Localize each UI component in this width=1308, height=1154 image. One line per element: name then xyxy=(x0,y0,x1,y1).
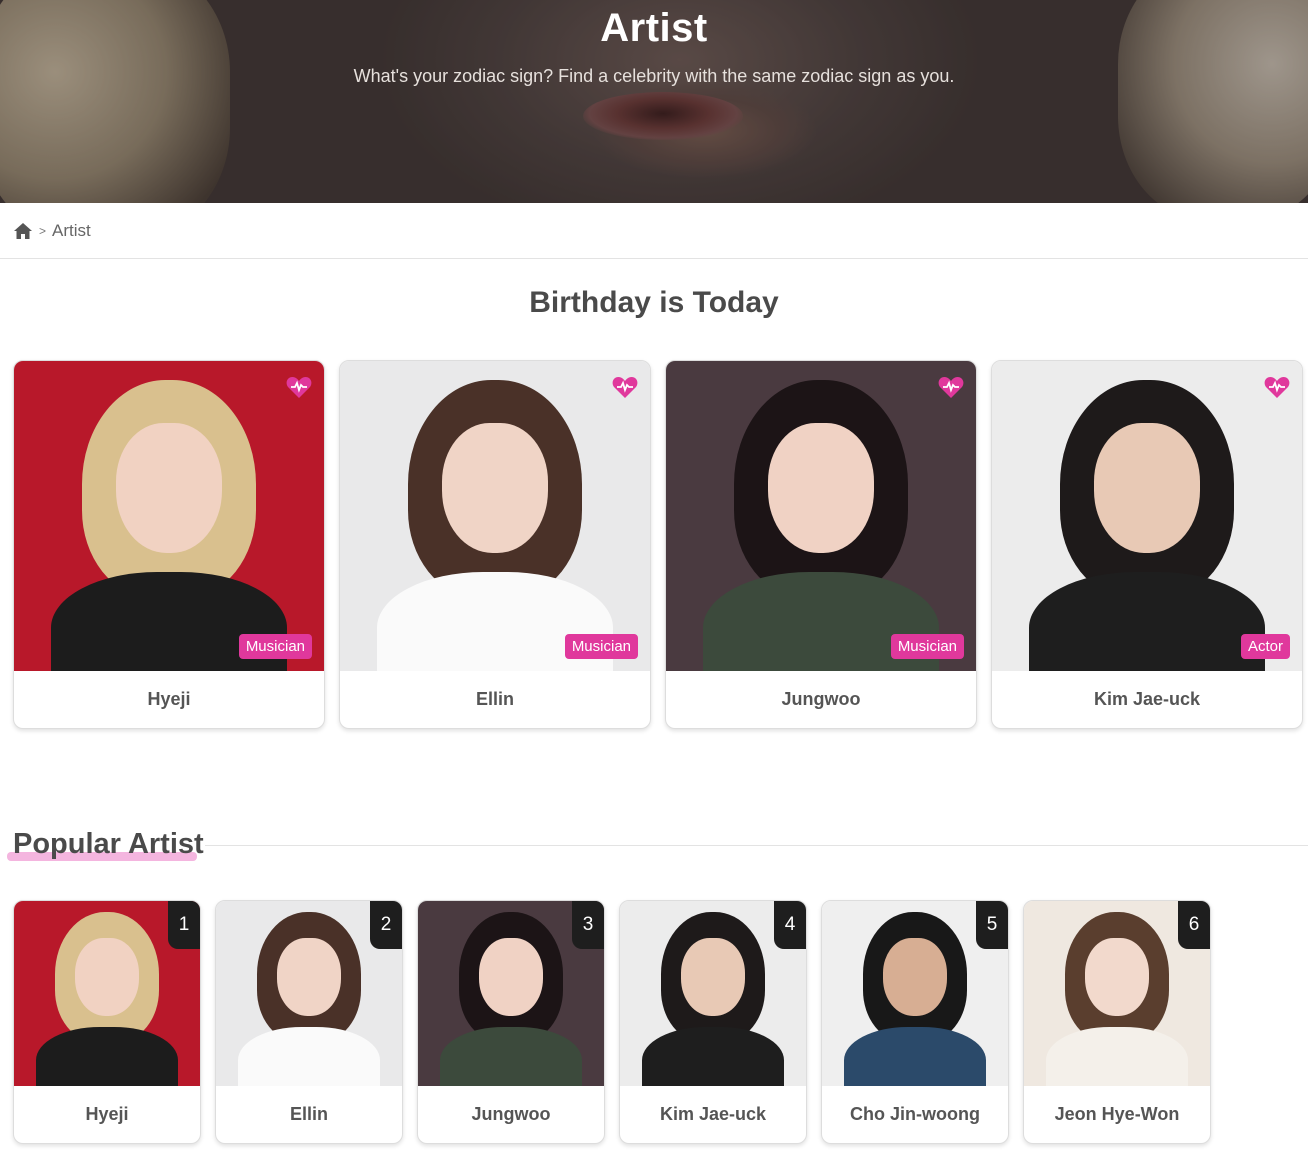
category-badge: Musician xyxy=(238,634,312,659)
portrait-face xyxy=(277,938,341,1016)
popular-card[interactable]: 3 Jungwoo xyxy=(417,900,605,1144)
rank-badge: 2 xyxy=(370,901,402,949)
popular-card[interactable]: 2 Ellin xyxy=(215,900,403,1144)
portrait-face xyxy=(883,938,947,1016)
portrait-face xyxy=(442,423,548,554)
heart-icon[interactable] xyxy=(938,375,964,399)
portrait-face xyxy=(75,938,139,1016)
birthday-card-list: Musician Hyeji Musician Ellin Musician J… xyxy=(13,360,1303,729)
popular-section-header: Popular Artist xyxy=(7,828,1308,862)
heart-icon[interactable] xyxy=(612,375,638,399)
artist-name[interactable]: Ellin xyxy=(216,1086,402,1143)
hero-title: Artist xyxy=(600,6,708,50)
breadcrumb: > Artist xyxy=(0,203,1308,259)
portrait-body xyxy=(1046,1026,1188,1086)
artist-photo[interactable]: 6 xyxy=(1024,901,1210,1086)
portrait-face xyxy=(1094,423,1200,554)
hero-banner: Artist What's your zodiac sign? Find a c… xyxy=(0,0,1308,203)
birthday-card[interactable]: Musician Ellin xyxy=(339,360,651,729)
artist-photo[interactable]: Musician xyxy=(666,361,976,671)
artist-name[interactable]: Jungwoo xyxy=(666,671,976,728)
popular-card[interactable]: 1 Hyeji xyxy=(13,900,201,1144)
portrait-illustration xyxy=(14,361,324,671)
hero-subtitle: What's your zodiac sign? Find a celebrit… xyxy=(353,66,955,86)
rank-badge: 6 xyxy=(1178,901,1210,949)
portrait-body xyxy=(238,1026,380,1086)
artist-name[interactable]: Jeon Hye-Won xyxy=(1024,1086,1210,1143)
artist-photo[interactable]: 4 xyxy=(620,901,806,1086)
artist-name[interactable]: Ellin xyxy=(340,671,650,728)
birthday-card[interactable]: Actor Kim Jae-uck xyxy=(991,360,1303,729)
portrait-illustration xyxy=(340,361,650,671)
popular-section-title: Popular Artist xyxy=(13,828,204,860)
popular-card-list: 1 Hyeji 2 Ellin 3 Jungwoo 4 Kim Jae-uck … xyxy=(13,900,1211,1144)
rank-badge: 1 xyxy=(168,901,200,949)
breadcrumb-current[interactable]: Artist xyxy=(52,221,91,241)
artist-name[interactable]: Kim Jae-uck xyxy=(620,1086,806,1143)
portrait-face xyxy=(479,938,543,1016)
rank-badge: 3 xyxy=(572,901,604,949)
category-badge: Musician xyxy=(564,634,638,659)
portrait-illustration xyxy=(992,361,1302,671)
artist-photo[interactable]: 1 xyxy=(14,901,200,1086)
category-badge: Musician xyxy=(890,634,964,659)
portrait-body xyxy=(1029,571,1265,671)
heart-icon[interactable] xyxy=(286,375,312,399)
home-icon[interactable] xyxy=(13,222,33,240)
artist-photo[interactable]: 5 xyxy=(822,901,1008,1086)
birthday-section-title: Birthday is Today xyxy=(529,286,779,319)
breadcrumb-separator: > xyxy=(39,223,47,238)
birthday-card[interactable]: Musician Jungwoo xyxy=(665,360,977,729)
category-badge: Actor xyxy=(1240,634,1290,659)
portrait-illustration xyxy=(666,361,976,671)
portrait-face xyxy=(768,423,874,554)
artist-name[interactable]: Hyeji xyxy=(14,1086,200,1143)
portrait-face xyxy=(116,423,222,554)
birthday-card[interactable]: Musician Hyeji xyxy=(13,360,325,729)
artist-photo[interactable]: 2 xyxy=(216,901,402,1086)
artist-name[interactable]: Kim Jae-uck xyxy=(992,671,1302,728)
rank-badge: 4 xyxy=(774,901,806,949)
popular-card[interactable]: 5 Cho Jin-woong xyxy=(821,900,1009,1144)
portrait-face xyxy=(681,938,745,1016)
artist-photo[interactable]: 3 xyxy=(418,901,604,1086)
artist-photo[interactable]: Musician xyxy=(14,361,324,671)
portrait-body xyxy=(36,1026,178,1086)
portrait-body xyxy=(844,1026,986,1086)
artist-photo[interactable]: Actor xyxy=(992,361,1302,671)
rank-badge: 5 xyxy=(976,901,1008,949)
portrait-body xyxy=(642,1026,784,1086)
popular-card[interactable]: 4 Kim Jae-uck xyxy=(619,900,807,1144)
artist-name[interactable]: Cho Jin-woong xyxy=(822,1086,1008,1143)
heart-icon[interactable] xyxy=(1264,375,1290,399)
portrait-face xyxy=(1085,938,1149,1016)
popular-card[interactable]: 6 Jeon Hye-Won xyxy=(1023,900,1211,1144)
divider xyxy=(205,845,1308,846)
artist-photo[interactable]: Musician xyxy=(340,361,650,671)
artist-name[interactable]: Jungwoo xyxy=(418,1086,604,1143)
portrait-body xyxy=(440,1026,582,1086)
artist-name[interactable]: Hyeji xyxy=(14,671,324,728)
